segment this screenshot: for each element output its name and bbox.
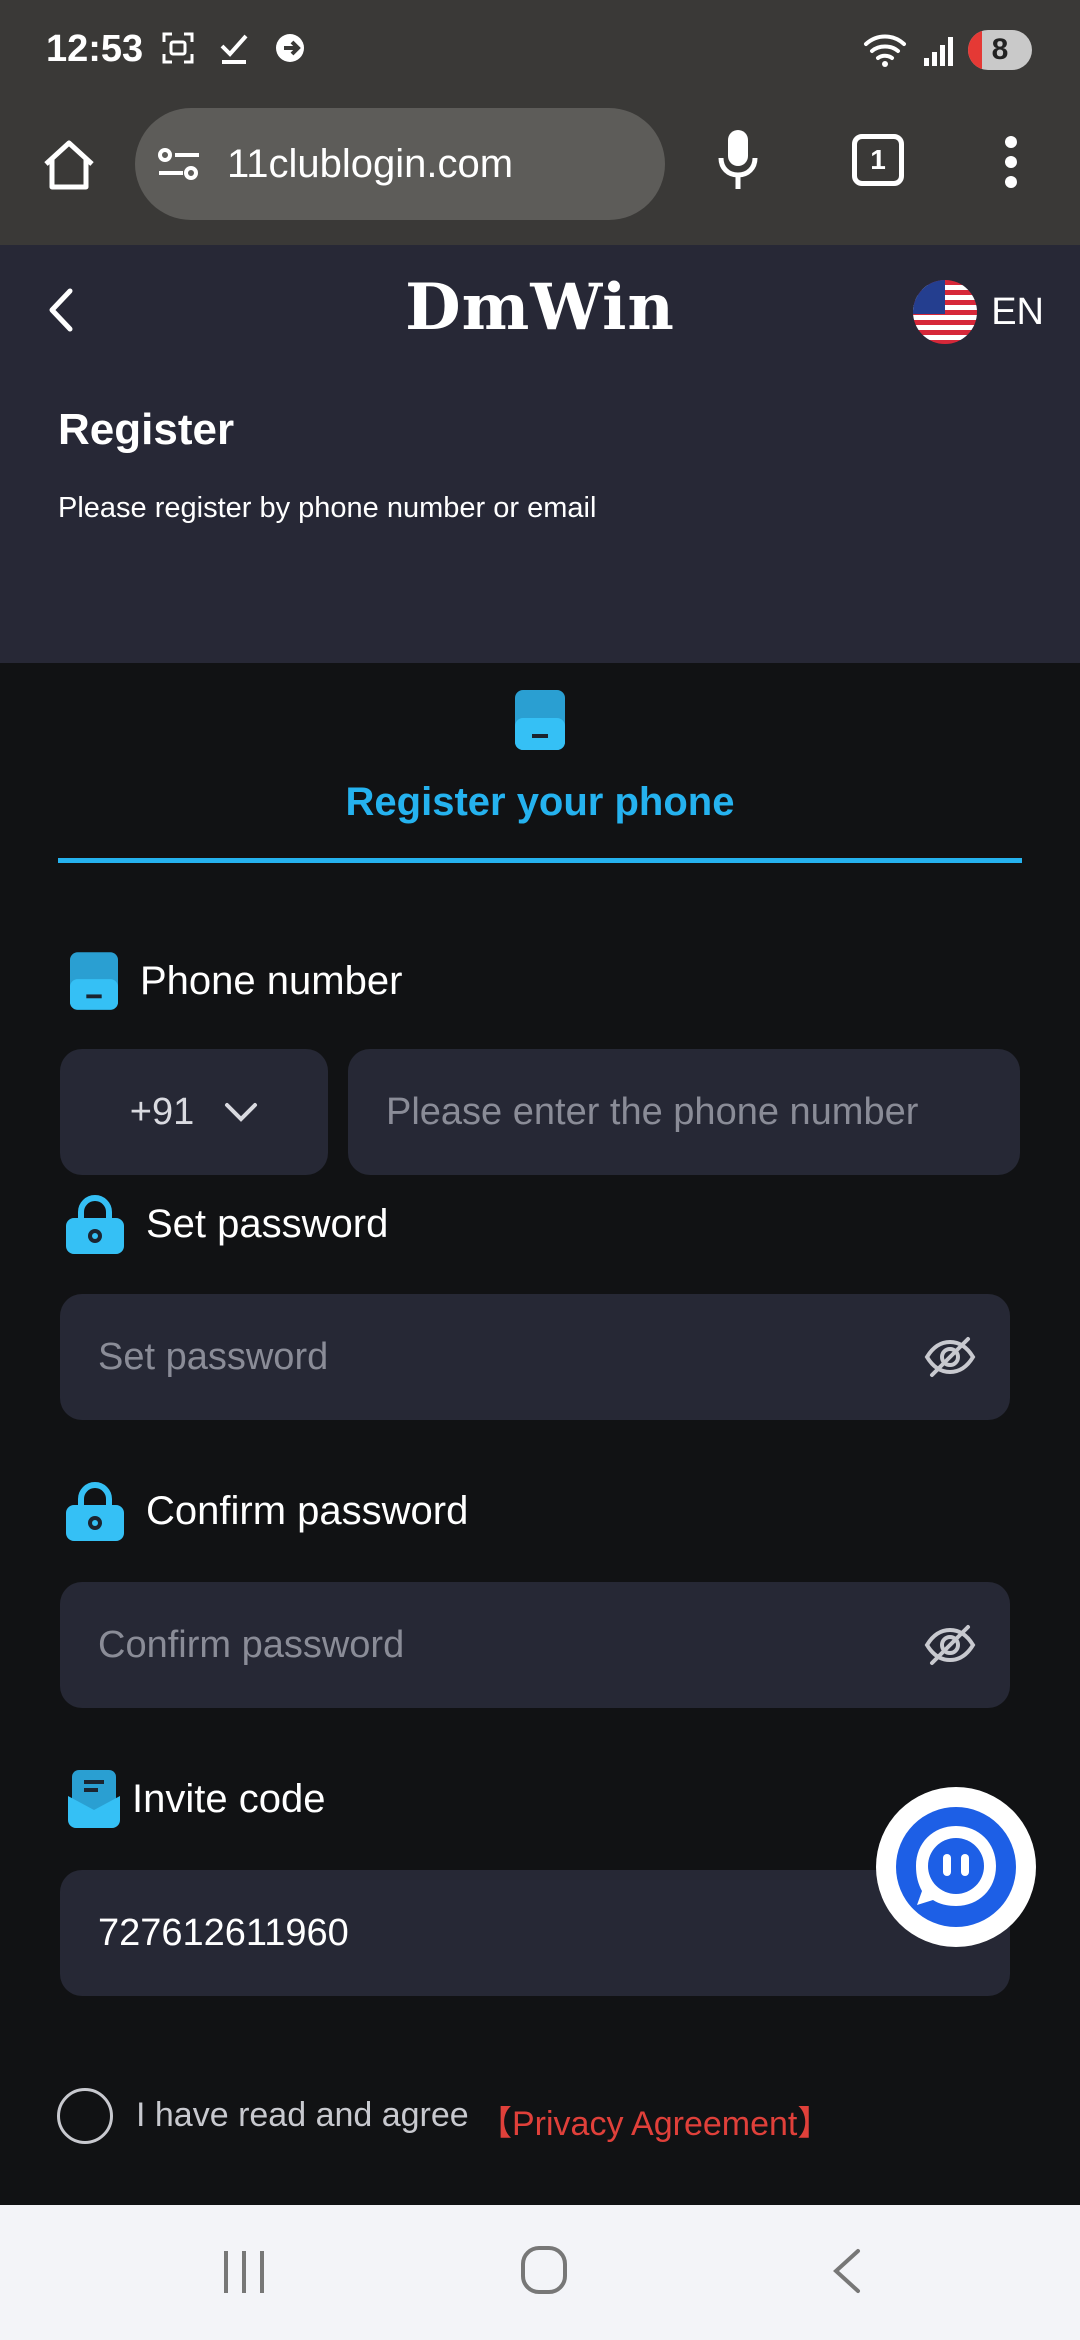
invite-label-text: Invite code <box>132 1776 326 1821</box>
phone-label: Phone number <box>70 952 402 1010</box>
page-subtitle: Please register by phone number or email <box>58 492 597 524</box>
chevron-down-icon <box>225 1103 258 1122</box>
phone-icon <box>70 952 118 1010</box>
system-nav-bar <box>0 2205 1080 2340</box>
language-code: EN <box>991 290 1044 333</box>
sync-icon <box>276 34 304 62</box>
password-input[interactable]: Set password <box>60 1294 1010 1420</box>
lock-icon <box>66 1482 124 1541</box>
confirm-label-text: Confirm password <box>146 1488 469 1533</box>
address-bar[interactable]: 11clublogin.com <box>135 108 665 220</box>
tab-underline <box>58 858 1022 863</box>
chat-bot-icon <box>896 1807 1016 1927</box>
tabs-icon[interactable]: 1 <box>852 134 904 186</box>
home-icon[interactable] <box>40 136 98 194</box>
phone-placeholder: Please enter the phone number <box>386 1090 919 1133</box>
battery-level: 8 <box>991 33 1009 66</box>
us-flag-icon <box>913 280 978 344</box>
country-code-select[interactable]: +91 <box>60 1049 328 1175</box>
password-placeholder: Set password <box>98 1335 329 1378</box>
agree-text: I have read and agree <box>136 2096 469 2134</box>
invite-code-label: Invite code <box>68 1770 325 1828</box>
language-selector[interactable]: EN <box>913 280 1044 344</box>
lock-icon <box>66 1195 124 1254</box>
phone-input[interactable]: Please enter the phone number <box>348 1049 1020 1175</box>
status-bar: 12:53 8 <box>0 0 1080 100</box>
page-title: Register <box>58 405 235 454</box>
country-code-value: +91 <box>129 1090 195 1133</box>
url-text: 11clublogin.com <box>227 141 514 186</box>
home-nav-icon[interactable] <box>520 2245 568 2295</box>
invite-code-input[interactable]: 727612611960 <box>60 1870 1010 1996</box>
confirm-placeholder: Confirm password <box>98 1623 405 1666</box>
signal-icon <box>924 37 953 66</box>
screenshot-icon <box>162 32 194 64</box>
status-system-icons: 8 <box>862 30 1032 70</box>
invite-code-value: 727612611960 <box>98 1911 349 1954</box>
phone-icon <box>515 690 565 750</box>
password-label: Set password <box>66 1194 388 1254</box>
privacy-agreement-link[interactable]: 【Privacy Agreement】 <box>478 2096 831 2145</box>
invite-icon <box>68 1770 120 1828</box>
phone-label-text: Phone number <box>140 958 403 1003</box>
site-settings-icon[interactable] <box>157 146 201 182</box>
back-nav-icon[interactable] <box>830 2247 864 2295</box>
battery-indicator: 8 <box>968 30 1032 70</box>
check-icon <box>220 34 248 64</box>
agree-checkbox[interactable] <box>57 2088 113 2144</box>
wifi-icon <box>864 34 906 67</box>
status-time: 12:53 <box>46 28 144 70</box>
mic-icon[interactable] <box>718 128 758 192</box>
recent-apps-icon[interactable] <box>220 2249 268 2295</box>
eye-off-icon[interactable] <box>924 1623 976 1667</box>
confirm-password-label: Confirm password <box>66 1481 468 1541</box>
more-icon[interactable] <box>1003 136 1019 188</box>
password-label-text: Set password <box>146 1201 389 1246</box>
status-notification-icons <box>160 30 308 66</box>
confirm-password-input[interactable]: Confirm password <box>60 1582 1010 1708</box>
tab-count: 1 <box>870 144 886 175</box>
chat-bot-button[interactable] <box>876 1787 1036 1947</box>
eye-off-icon[interactable] <box>924 1335 976 1379</box>
tab-register-phone[interactable]: Register your phone <box>0 780 1080 825</box>
